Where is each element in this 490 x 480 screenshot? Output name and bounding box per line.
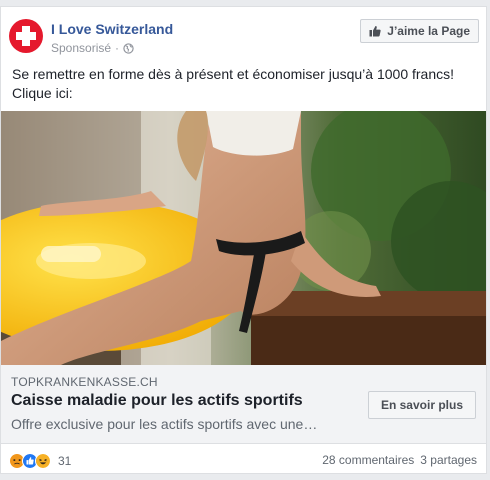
globe-icon[interactable] [123, 42, 134, 54]
post-header: I Love Switzerland Sponsorisé · J’aime l… [9, 17, 479, 57]
like-page-label: J’aime la Page [387, 24, 470, 38]
ad-image[interactable] [1, 111, 486, 365]
sponsored-row: Sponsorisé · [51, 41, 134, 55]
shares-count[interactable]: 3 partages [420, 453, 477, 467]
sponsored-post-card: I Love Switzerland Sponsorisé · J’aime l… [0, 6, 487, 474]
ad-photo [1, 111, 486, 365]
link-title[interactable]: Caisse maladie pour les actifs sportifs [11, 392, 303, 410]
separator-dot: · [115, 41, 120, 55]
reactions-summary[interactable]: 31 [9, 453, 71, 469]
learn-more-button[interactable]: En savoir plus [367, 391, 476, 419]
post-footer: 31 28 commentaires 3 partages [9, 451, 477, 471]
post-text-line-2: Clique ici: [12, 85, 73, 101]
thumbs-up-icon [369, 26, 381, 37]
swiss-flag-icon [16, 26, 36, 46]
page-avatar[interactable] [9, 19, 43, 53]
engagement-counts: 28 commentaires 3 partages [316, 453, 477, 467]
reaction-count[interactable]: 31 [58, 454, 71, 468]
post-text: Se remettre en forme dès à présent et éc… [12, 65, 477, 103]
post-text-line-1: Se remettre en forme dès à présent et éc… [12, 66, 455, 82]
link-preview[interactable]: TOPKRANKENKASSE.CH Caisse maladie pour l… [1, 365, 486, 444]
link-domain: TOPKRANKENKASSE.CH [11, 375, 158, 389]
page-name-link[interactable]: I Love Switzerland [51, 21, 173, 37]
link-description: Offre exclusive pour les actifs sportifs… [11, 416, 318, 432]
like-page-button[interactable]: J’aime la Page [360, 19, 479, 43]
comments-count[interactable]: 28 commentaires [322, 453, 414, 467]
sponsored-label[interactable]: Sponsorisé [51, 41, 111, 55]
haha-icon [35, 453, 51, 469]
